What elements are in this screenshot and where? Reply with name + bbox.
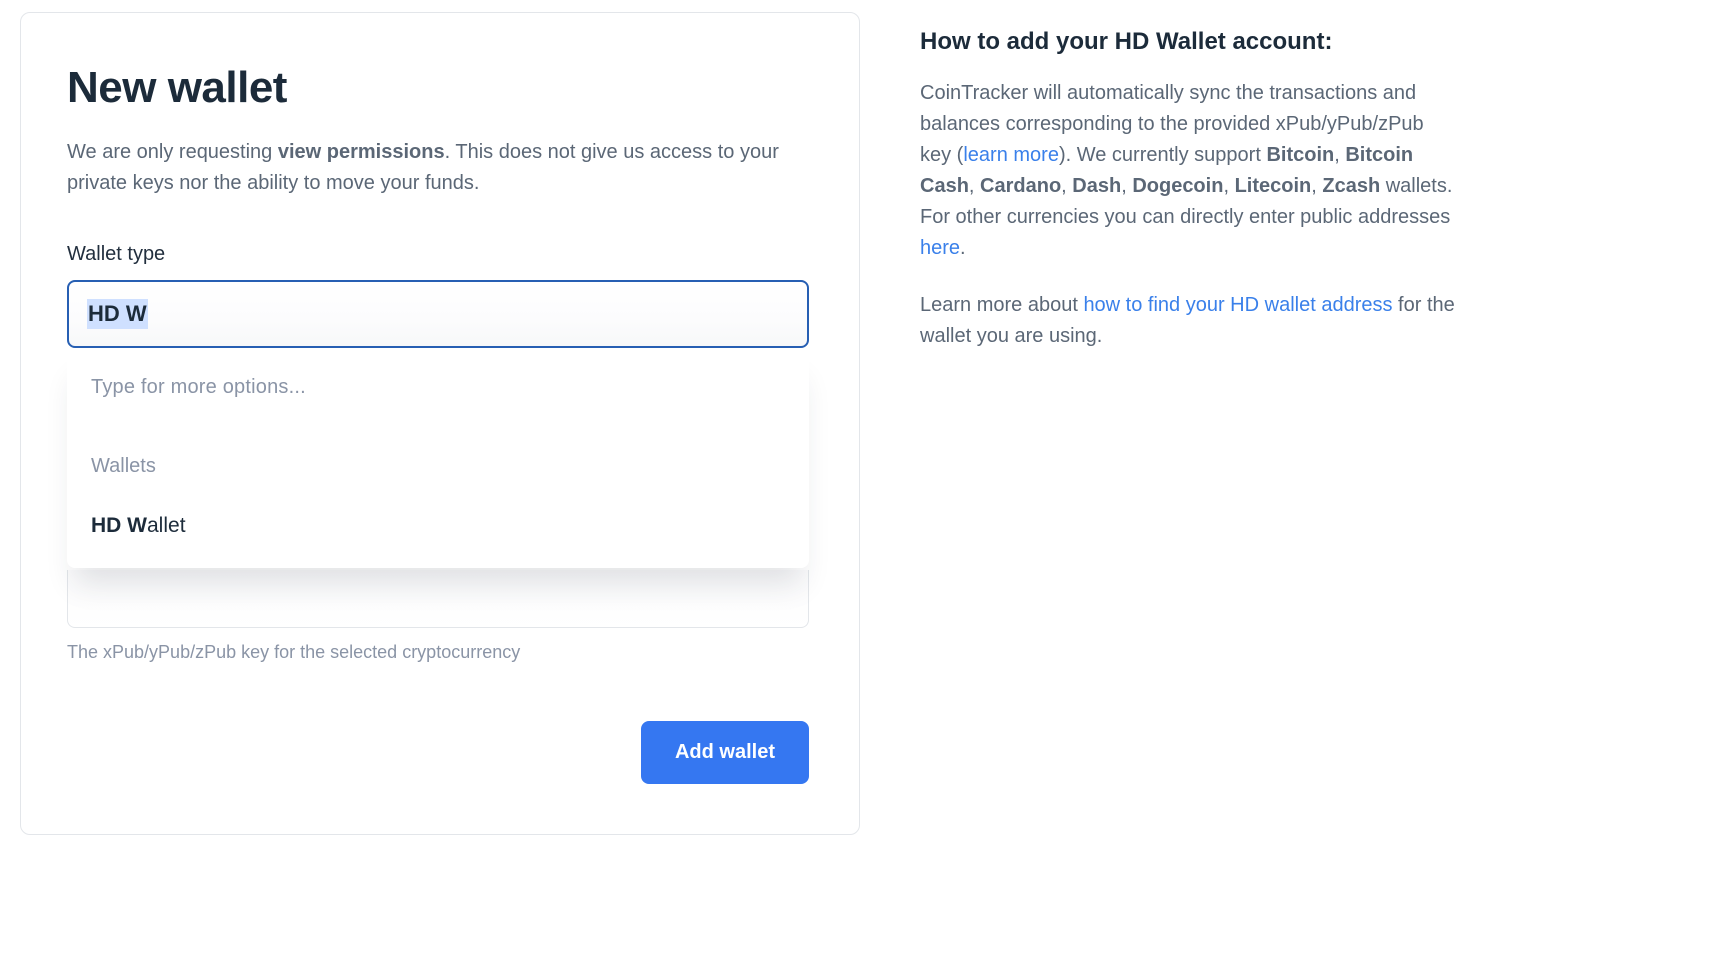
dropdown-item-rest: allet (147, 514, 186, 537)
public-addresses-here-link[interactable]: here (920, 237, 960, 259)
wallet-type-input[interactable]: HD W (67, 280, 809, 348)
coin-zcash: Zcash (1322, 175, 1380, 197)
permissions-subtitle: We are only requesting view permissions.… (67, 137, 809, 199)
learn-more-link[interactable]: learn more (963, 144, 1059, 166)
help-p1-mid1: ). We currently support (1059, 144, 1266, 166)
wallet-type-input-value: HD W (87, 299, 148, 329)
wallet-type-combobox: HD W Type for more options... Wallets HD… (67, 280, 809, 348)
dropdown-hint: Type for more options... (91, 376, 785, 399)
help-paragraph-2: Learn more about how to find your HD wal… (920, 290, 1456, 352)
dropdown-item-hd-wallet[interactable]: HD Wallet (91, 514, 785, 538)
coin-dash: Dash (1072, 175, 1121, 197)
help-heading: How to add your HD Wallet account: (920, 28, 1456, 56)
help-panel: How to add your HD Wallet account: CoinT… (920, 0, 1480, 835)
wallet-type-dropdown: Type for more options... Wallets HD Wall… (67, 348, 809, 568)
form-actions: Add wallet (67, 721, 809, 784)
pubkey-area: The xPub/yPub/zPub key for the selected … (67, 570, 809, 663)
pubkey-input[interactable] (67, 570, 809, 628)
subtitle-text-before: We are only requesting (67, 141, 278, 163)
coin-litecoin: Litecoin (1235, 175, 1312, 197)
coin-cardano: Cardano (980, 175, 1061, 197)
wallet-type-label: Wallet type (67, 243, 809, 266)
dropdown-item-match: HD W (91, 514, 147, 537)
pubkey-helper-text: The xPub/yPub/zPub key for the selected … (67, 642, 809, 663)
page-title: New wallet (67, 63, 809, 113)
coin-dogecoin: Dogecoin (1132, 175, 1223, 197)
help-p1-after: . (960, 237, 966, 259)
add-wallet-button[interactable]: Add wallet (641, 721, 809, 784)
coin-bitcoin: Bitcoin (1266, 144, 1334, 166)
subtitle-text-strong: view permissions (278, 141, 445, 163)
new-wallet-card: New wallet We are only requesting view p… (20, 12, 860, 835)
find-hd-wallet-address-link[interactable]: how to find your HD wallet address (1083, 294, 1392, 316)
dropdown-section-label: Wallets (91, 455, 785, 478)
help-p2-before: Learn more about (920, 294, 1083, 316)
help-paragraph-1: CoinTracker will automatically sync the … (920, 78, 1456, 264)
